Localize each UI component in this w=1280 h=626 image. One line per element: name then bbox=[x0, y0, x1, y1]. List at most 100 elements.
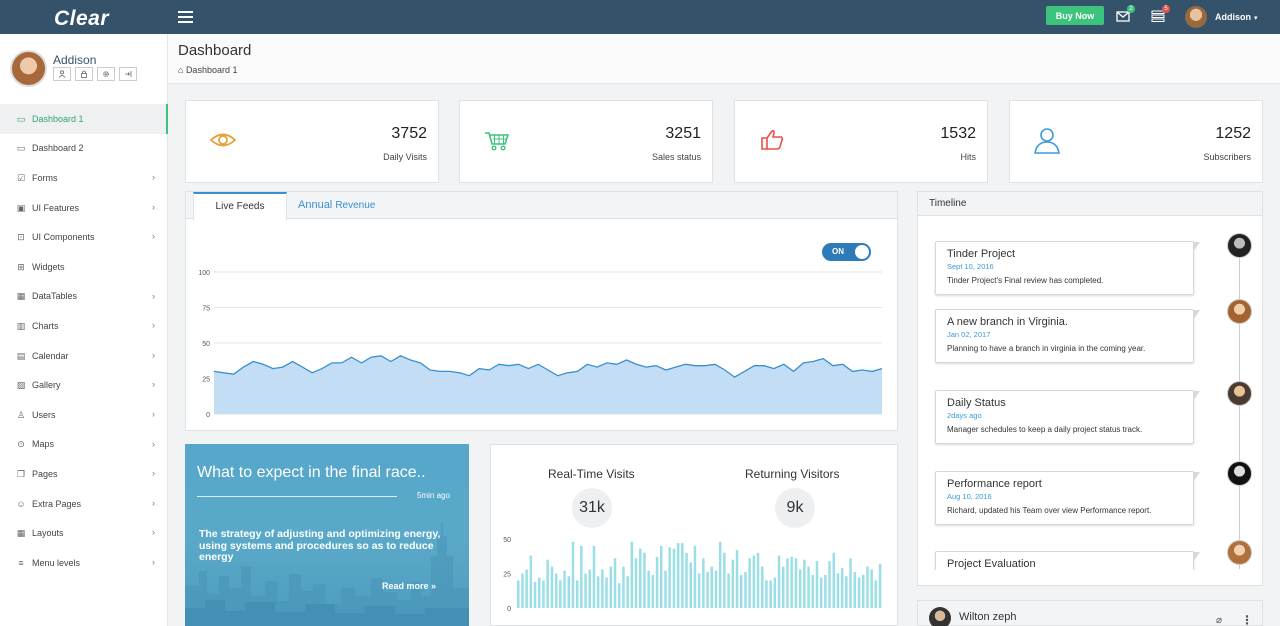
sidebar-item-label: Charts bbox=[32, 320, 59, 331]
timeline-item[interactable]: Daily Status 2days ago Manager schedules… bbox=[935, 390, 1200, 444]
bar bbox=[588, 569, 591, 608]
bar bbox=[748, 558, 751, 608]
bar bbox=[811, 574, 814, 608]
sidebar-item-gallery[interactable]: ▨ Gallery › bbox=[0, 370, 168, 400]
timeline-item[interactable]: Project Evaluation bbox=[935, 551, 1200, 570]
bar bbox=[874, 580, 878, 608]
bar bbox=[681, 543, 684, 608]
timeline-item-desc: Tinder Project's Final review has comple… bbox=[947, 276, 1104, 285]
sidebar-item-label: UI Features bbox=[32, 202, 80, 213]
sidebar-item-maps[interactable]: ⊙ Maps › bbox=[0, 430, 168, 460]
timeline-item-date: 2days ago bbox=[947, 411, 982, 420]
logout-icon[interactable] bbox=[119, 67, 137, 81]
y-tick-label: 50 bbox=[503, 537, 511, 544]
profile-name[interactable]: Addison bbox=[53, 53, 96, 67]
image-icon: ▨ bbox=[16, 380, 26, 391]
bar bbox=[546, 559, 549, 608]
sidebar-item-users[interactable]: ♙ Users › bbox=[0, 400, 168, 430]
bar bbox=[723, 552, 726, 608]
timeline-avatar[interactable] bbox=[1227, 381, 1252, 406]
timeline-avatar[interactable] bbox=[1227, 233, 1252, 258]
bar bbox=[735, 550, 739, 608]
stat-value: 1532 bbox=[940, 125, 976, 142]
timeline-item[interactable]: Tinder Project Sept 10, 2016 Tinder Proj… bbox=[935, 241, 1200, 295]
bar bbox=[517, 580, 520, 608]
app-logo[interactable]: Clear bbox=[54, 7, 109, 31]
sidebar-item-label: UI Components bbox=[32, 232, 95, 243]
y-tick-label: 0 bbox=[206, 412, 210, 419]
sidebar-item-widgets[interactable]: ⊞ Widgets bbox=[0, 252, 168, 282]
bar bbox=[710, 566, 713, 608]
gear-icon[interactable] bbox=[97, 67, 115, 81]
chevron-right-icon: › bbox=[152, 379, 155, 390]
user-avatar[interactable] bbox=[1185, 6, 1207, 28]
sidebar: Addison ▭ Dashboard 1 ▭ Dashboard 2 ☑ Forms › ▣… bbox=[0, 34, 168, 626]
bar bbox=[584, 573, 587, 608]
user-icon[interactable] bbox=[53, 67, 71, 81]
bar bbox=[853, 572, 857, 608]
read-more-link[interactable]: Read more » bbox=[382, 581, 436, 591]
user-menu[interactable]: Addison ▾ bbox=[1215, 12, 1258, 22]
sidebar-item-dashboard-2[interactable]: ▭ Dashboard 2 bbox=[0, 134, 168, 164]
breadcrumb[interactable]: ⌂ Dashboard 1 bbox=[178, 65, 237, 75]
timeline-avatar[interactable] bbox=[1227, 461, 1252, 486]
cart-icon bbox=[482, 125, 512, 155]
bar bbox=[777, 555, 781, 608]
sidebar-item-layouts[interactable]: ▦ Layouts › bbox=[0, 518, 168, 548]
desktop-icon: ▣ bbox=[16, 202, 26, 213]
live-toggle-switch[interactable]: ON bbox=[822, 243, 871, 261]
sidebar-item-menu-levels[interactable]: ≡ Menu levels › bbox=[0, 548, 168, 578]
sidebar-item-label: DataTables bbox=[32, 291, 78, 302]
bar bbox=[807, 566, 810, 608]
bar bbox=[752, 555, 756, 608]
paperclip-icon[interactable]: ⌀ bbox=[1216, 615, 1222, 626]
bar bbox=[554, 573, 558, 608]
bar bbox=[718, 541, 722, 608]
bar bbox=[550, 566, 554, 608]
home-icon: ⌂ bbox=[178, 65, 186, 75]
sidebar-item-label: Dashboard 2 bbox=[32, 143, 84, 154]
sidebar-item-ui-features[interactable]: ▣ UI Features › bbox=[0, 193, 168, 223]
stat-card-daily-visits: 3752 Daily Visits bbox=[185, 100, 439, 183]
bar bbox=[567, 576, 570, 608]
sidebar-item-calendar[interactable]: ▤ Calendar › bbox=[0, 341, 168, 371]
sidebar-item-label: Layouts bbox=[32, 528, 64, 539]
bar bbox=[676, 543, 680, 608]
timeline-item-desc: Planning to have a branch in virginia in… bbox=[947, 344, 1146, 353]
timeline-item[interactable]: A new branch in Virginia. Jan 02, 2017 P… bbox=[935, 309, 1200, 363]
sidebar-item-pages[interactable]: ❐ Pages › bbox=[0, 459, 168, 489]
calendar-icon: ▤ bbox=[16, 350, 26, 361]
comment-card: Wilton zeph ⌀ ⋮ bbox=[917, 600, 1263, 626]
bar-chart-icon: ▥ bbox=[16, 320, 26, 331]
more-vertical-icon[interactable]: ⋮ bbox=[1241, 613, 1253, 626]
timeline-body[interactable]: Tinder Project Sept 10, 2016 Tinder Proj… bbox=[918, 217, 1262, 570]
sidebar-item-datatables[interactable]: ▦ DataTables › bbox=[0, 282, 168, 312]
timeline-item[interactable]: Performance report Aug 10, 2016 Richard,… bbox=[935, 471, 1200, 525]
bar bbox=[824, 574, 827, 608]
bar bbox=[630, 541, 634, 608]
sidebar-item-ui-components[interactable]: ⊡ UI Components › bbox=[0, 222, 168, 252]
timeline-avatar[interactable] bbox=[1227, 299, 1252, 324]
sidebar-item-label: Pages bbox=[32, 468, 58, 479]
bar bbox=[702, 558, 705, 608]
bar bbox=[592, 545, 596, 608]
hamburger-menu-icon[interactable] bbox=[178, 11, 193, 23]
timeline-avatar[interactable] bbox=[1227, 540, 1252, 565]
promo-time: 5min ago bbox=[417, 491, 450, 500]
sidebar-item-charts[interactable]: ▥ Charts › bbox=[0, 311, 168, 341]
bar bbox=[647, 570, 650, 608]
buy-now-button[interactable]: Buy Now bbox=[1046, 6, 1104, 25]
bar bbox=[744, 572, 747, 608]
pages-icon: ❐ bbox=[16, 468, 26, 479]
live-feeds-panel: Live Feeds Annual Revenue 0 25 50 75 100 ON bbox=[185, 191, 898, 431]
sidebar-item-label: Menu levels bbox=[32, 557, 81, 568]
chevron-right-icon: › bbox=[152, 172, 155, 183]
lock-icon[interactable] bbox=[75, 67, 93, 81]
sidebar-item-extra-pages[interactable]: ☺ Extra Pages › bbox=[0, 489, 168, 519]
sidebar-item-forms[interactable]: ☑ Forms › bbox=[0, 163, 168, 193]
stat-value: 3251 bbox=[665, 125, 701, 142]
sidebar-item-dashboard-1[interactable]: ▭ Dashboard 1 bbox=[0, 104, 168, 134]
mail-icon[interactable]: 2 bbox=[1116, 5, 1135, 22]
chevron-double-right-icon: » bbox=[431, 581, 437, 591]
list-icon[interactable]: 5 bbox=[1151, 5, 1170, 22]
